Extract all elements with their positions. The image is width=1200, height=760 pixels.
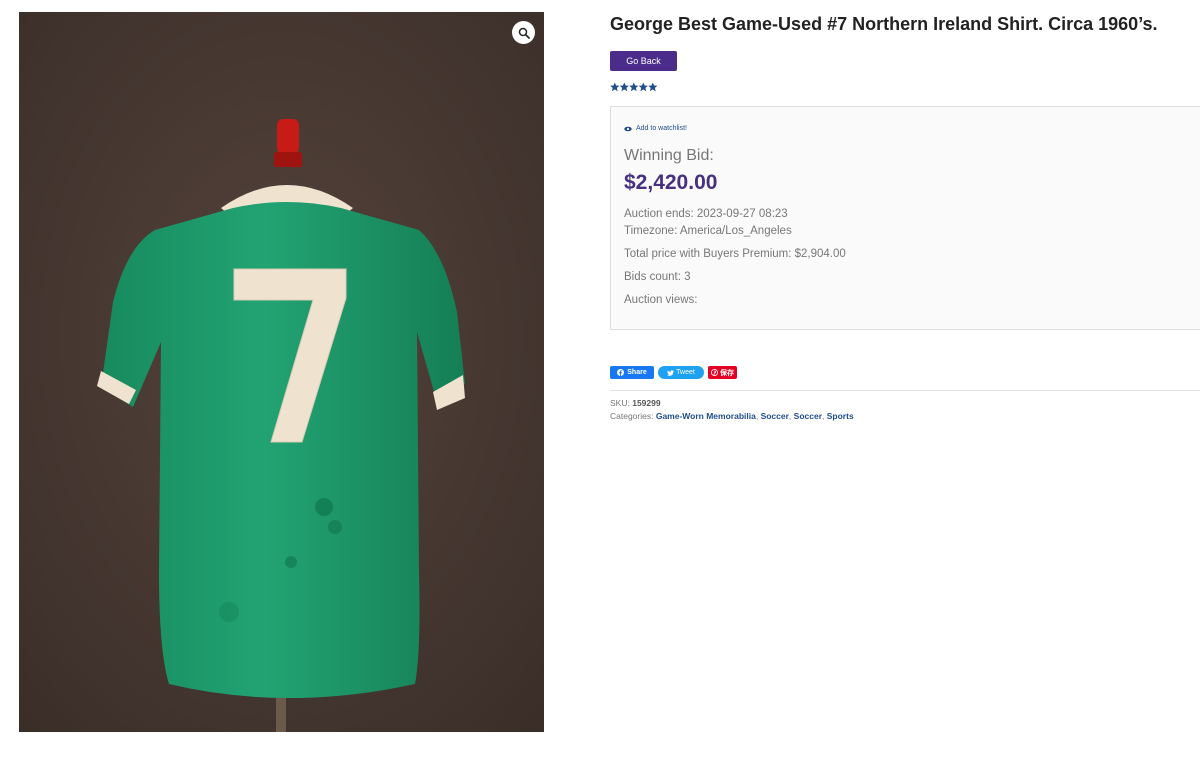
winning-bid-value: $2,420.00 [624,171,718,194]
facebook-icon [617,369,625,376]
divider [610,390,1200,391]
auction-end-time: Auction ends: 2023-09-27 08:23 [624,208,788,220]
auction-views: Auction views: [624,294,698,306]
auction-timezone: Timezone: America/Los_Angeles [624,225,792,237]
auction-panel: Add to watchlist! Winning Bid: $2,420.00… [610,106,1200,330]
pinterest-save-button[interactable]: 保存 [708,366,737,379]
product-title: George Best Game-Used #7 Northern Irelan… [610,14,1158,34]
share-buttons: Share Tweet 保存 [610,366,737,379]
total-price: Total price with Buyers Premium: $2,904.… [624,248,846,260]
product-image[interactable] [19,12,544,732]
tweet-button[interactable]: Tweet [658,366,704,379]
facebook-share-button[interactable]: Share [610,366,654,379]
star-rating [610,82,658,92]
twitter-bird-icon [667,369,675,376]
product-categories: Categories: Game-Worn Memorabilia, Socce… [610,411,854,421]
watchlist-label: Add to watchlist! [636,125,687,132]
magnifier-icon [518,27,530,39]
shirt-photo [19,12,544,732]
category-link-game-worn-memorabilia[interactable]: Game-Worn Memorabilia [656,411,756,421]
zoom-button[interactable] [512,21,535,44]
eye-icon [624,126,632,131]
go-back-button[interactable]: Go Back [610,51,677,71]
pinterest-icon [711,369,718,376]
bids-count: Bids count: 3 [624,271,691,283]
product-sku: SKU: 159299 [610,398,661,408]
category-link-soccer[interactable]: Soccer [761,411,789,421]
tweet-label: Tweet [676,369,695,376]
facebook-share-label: Share [627,369,647,376]
category-link-soccer-2[interactable]: Soccer [794,411,822,421]
star-icons [610,82,658,92]
sku-label: SKU: [610,398,630,408]
categories-label: Categories: [610,411,654,421]
pinterest-save-label: 保存 [720,369,734,377]
add-to-watchlist-link[interactable]: Add to watchlist! [624,125,687,132]
category-link-sports[interactable]: Sports [827,411,854,421]
winning-bid-label: Winning Bid: [624,147,714,164]
sku-value: 159299 [632,398,661,408]
